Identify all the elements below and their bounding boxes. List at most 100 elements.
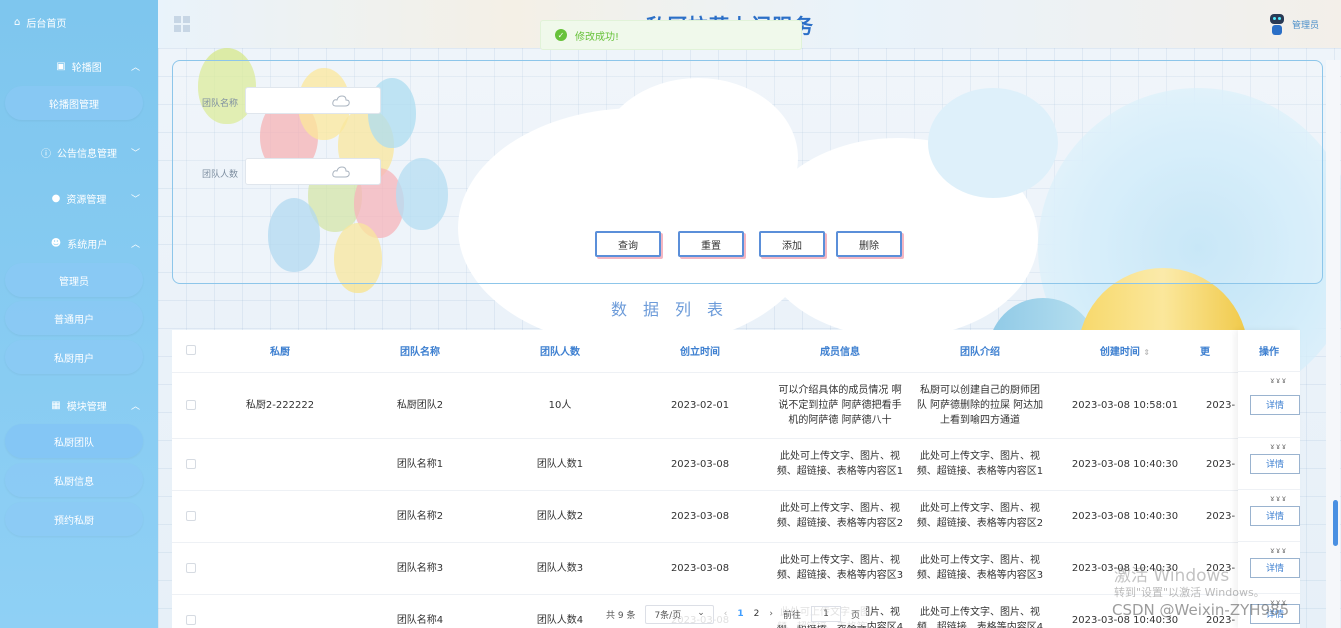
cell: 2023- xyxy=(1200,372,1238,439)
home-icon: ⌂ xyxy=(14,17,21,28)
query-button[interactable]: 查询 xyxy=(595,231,661,257)
sidebar-item-label: 预约私厨 xyxy=(54,515,94,527)
cell: 2023-02-01 xyxy=(630,372,770,439)
add-button[interactable]: 添加 xyxy=(759,231,825,257)
detail-button[interactable]: 详情 xyxy=(1250,557,1300,578)
cell xyxy=(210,594,350,628)
goto-label: 前往 xyxy=(782,610,801,621)
cell: 此处可上传文字、图片、视频、超链接、表格等内容区2 xyxy=(770,490,910,543)
chevron-down-icon: ﹀ xyxy=(130,149,140,159)
image-icon: ▣ xyxy=(56,61,66,72)
reset-button[interactable]: 重置 xyxy=(678,231,744,257)
select-all-checkbox[interactable] xyxy=(186,345,196,356)
sidebar-group-resource[interactable]: ● 资源管理 ﹀ xyxy=(0,191,158,206)
cloud-icon xyxy=(332,95,350,107)
detail-button[interactable]: 详情 xyxy=(1250,453,1300,474)
cell: 2023-03-08 10:40:30 xyxy=(1050,438,1200,491)
team-name-label: 团队名称 xyxy=(202,99,239,109)
column-header: 创立时间 xyxy=(630,330,770,373)
operation-cell: ɤɤɤ 详情 xyxy=(1238,372,1300,438)
cell xyxy=(210,542,350,595)
location-icon: ● xyxy=(51,193,61,204)
sidebar-item-carousel-manage[interactable]: 轮播图管理 xyxy=(5,86,143,120)
team-name-input[interactable] xyxy=(245,87,381,114)
chevron-up-icon: ︿ xyxy=(130,240,140,250)
cell: 此处可上传文字、图片、视频、超链接、表格等内容区4 xyxy=(910,594,1050,628)
cell: 私厨团队2 xyxy=(350,372,490,439)
decoration-icon: ɤɤɤ xyxy=(1270,494,1288,503)
sidebar-item-chef-team[interactable]: 私厨团队 xyxy=(5,424,143,458)
sidebar-group-label: 模块管理 xyxy=(66,402,107,413)
cell: 团队名称2 xyxy=(350,490,490,543)
sidebar-item-normal-user[interactable]: 普通用户 xyxy=(5,301,143,335)
table-row: 团队名称1 团队人数1 2023-03-08 此处可上传文字、图片、视频、超链接… xyxy=(172,438,1238,491)
cell: 2023- xyxy=(1200,438,1238,491)
sidebar-item-label: 私厨信息 xyxy=(54,476,94,488)
sidebar-group-modules[interactable]: ▦ 模块管理 ︿ xyxy=(0,398,158,413)
sidebar: ⌂ 后台首页 ▣ 轮播图 ︿ 轮播图管理 ⓘ 公告信息管理 ﹀ ● 资源管理 ﹀… xyxy=(0,0,158,628)
sidebar-group-label: 资源管理 xyxy=(66,195,107,206)
sidebar-item-label: 轮播图管理 xyxy=(49,99,99,111)
grid-icon: ▦ xyxy=(51,400,61,411)
prev-page-icon[interactable]: ‹ xyxy=(724,609,728,619)
scrollbar-thumb[interactable] xyxy=(1333,500,1338,546)
sidebar-item-label: 私厨团队 xyxy=(54,437,94,449)
sidebar-group-notice[interactable]: ⓘ 公告信息管理 ﹀ xyxy=(0,145,158,160)
sidebar-item-label: 私厨用户 xyxy=(54,353,94,365)
sidebar-item-chef-user[interactable]: 私厨用户 xyxy=(5,340,143,374)
cell: 私厨2-222222 xyxy=(210,372,350,439)
table-row: 私厨2-222222 私厨团队2 10人 2023-02-01 可以介绍具体的成… xyxy=(172,372,1238,439)
page-number[interactable]: 1 xyxy=(737,609,743,619)
table-row: 团队名称3 团队人数3 2023-03-08 此处可上传文字、图片、视频、超链接… xyxy=(172,542,1238,595)
success-toast: ✓ 修改成功! xyxy=(540,20,802,50)
check-icon: ✓ xyxy=(555,29,567,41)
sort-icon[interactable]: ⇕ xyxy=(1143,348,1150,357)
sidebar-group-label: 轮播图 xyxy=(71,63,102,74)
team-size-input[interactable] xyxy=(245,158,381,185)
sidebar-item-admin[interactable]: 管理员 xyxy=(5,263,143,297)
delete-button[interactable]: 删除 xyxy=(836,231,902,257)
row-checkbox[interactable] xyxy=(186,562,196,573)
next-page-icon[interactable]: › xyxy=(769,609,773,619)
page-suffix: 页 xyxy=(851,610,861,621)
sidebar-item-label: 管理员 xyxy=(59,276,89,288)
column-header-sortable[interactable]: 创建时间 ⇕ xyxy=(1050,330,1200,373)
detail-button[interactable]: 详情 xyxy=(1250,505,1300,526)
sidebar-item-chef-info[interactable]: 私厨信息 xyxy=(5,463,143,497)
cell: 此处可上传文字、图片、视频、超链接、表格等内容区1 xyxy=(770,438,910,491)
cloud-icon xyxy=(332,166,350,178)
sidebar-group-users[interactable]: ☻ 系统用户 ︿ xyxy=(0,236,158,251)
column-header: 更 xyxy=(1200,330,1238,373)
row-checkbox[interactable] xyxy=(186,458,196,469)
sidebar-item-book-chef[interactable]: 预约私厨 xyxy=(5,502,143,536)
sidebar-item-label: 普通用户 xyxy=(54,314,94,326)
chevron-down-icon: ⌄ xyxy=(697,607,705,618)
user-menu[interactable]: 管理员 xyxy=(1268,12,1319,36)
page-size-select[interactable]: 7条/页 ⌄ xyxy=(645,604,714,624)
operation-header: 操作 xyxy=(1238,330,1300,372)
column-header: 团队介绍 xyxy=(910,330,1050,373)
page-number[interactable]: 2 xyxy=(754,609,760,619)
column-header: 团队人数 xyxy=(490,330,630,373)
sidebar-home-label: 后台首页 xyxy=(26,19,67,30)
row-checkbox[interactable] xyxy=(186,399,196,410)
avatar xyxy=(1268,12,1286,36)
row-checkbox[interactable] xyxy=(186,510,196,521)
page-size-value: 7条/页 xyxy=(654,610,682,621)
cell: 此处可上传文字、图片、视频、超链接、表格等内容区3 xyxy=(910,542,1050,595)
search-panel: 团队名称 团队人数 查询 重置 添加 删除 xyxy=(172,60,1323,284)
menu-toggle-icon[interactable] xyxy=(174,16,190,32)
row-checkbox[interactable] xyxy=(186,614,196,625)
cell: 2023-03-08 xyxy=(630,542,770,595)
sidebar-group-carousel[interactable]: ▣ 轮播图 ︿ xyxy=(0,59,158,74)
column-header: 成员信息 xyxy=(770,330,910,373)
cell: 团队名称4 xyxy=(350,594,490,628)
goto-input[interactable]: 1 xyxy=(811,606,841,622)
chevron-down-icon: ﹀ xyxy=(130,195,140,205)
user-icon: ☻ xyxy=(50,238,62,249)
detail-button[interactable]: 详情 xyxy=(1250,394,1300,415)
sidebar-home[interactable]: ⌂ 后台首页 xyxy=(14,15,66,30)
operation-cell: ɤɤɤ 详情 xyxy=(1238,438,1300,490)
cell: 团队名称1 xyxy=(350,438,490,491)
cell: 2023-03-08 xyxy=(630,490,770,543)
